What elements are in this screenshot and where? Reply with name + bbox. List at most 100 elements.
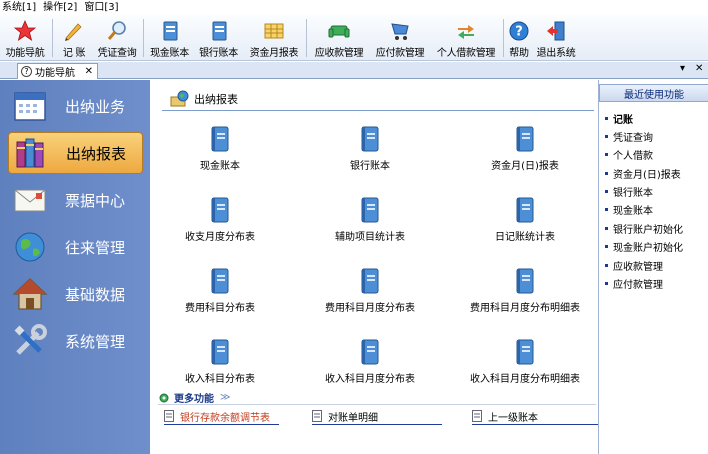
toolbar-nav-button[interactable]: 功能导航 (0, 15, 50, 61)
recent-functions-panel: 最近使用功能 记账 凭证查询 个人借款 资金月(日)报表 银行账本 现金账本 银… (598, 80, 708, 454)
recent-item[interactable]: 凭证查询 (605, 129, 653, 144)
menu-window[interactable]: 窗口[3] (82, 1, 123, 14)
more-functions[interactable]: 更多功能 ≫ (158, 390, 230, 405)
toolbar-post-button[interactable]: 记 账 (55, 15, 93, 61)
book-icon (361, 339, 379, 365)
house-icon (11, 275, 49, 313)
toolbar-cash-book-button[interactable]: 现金账本 (146, 15, 193, 61)
toolbar-bank-book-button[interactable]: 银行账本 (193, 15, 244, 61)
svg-text:?: ? (515, 25, 523, 40)
toolbar-exit-button[interactable]: 退出系统 (532, 15, 580, 61)
divider (158, 404, 596, 405)
recent-item[interactable]: 资金月(日)报表 (605, 166, 681, 181)
book-icon (516, 126, 534, 152)
quick-link-statement-detail[interactable]: 对账单明细 (312, 408, 442, 425)
menu-system[interactable]: 系统[1] (0, 1, 41, 14)
recent-item[interactable]: 记账 (605, 111, 633, 126)
recent-item[interactable]: 现金账户初始化 (605, 239, 683, 254)
report-income-monthly-detail[interactable]: 收入科目月度分布明细表 (455, 339, 590, 386)
document-icon (164, 410, 174, 422)
tab-close-icon[interactable]: ✕ (85, 66, 93, 77)
report-income-monthly[interactable]: 收入科目月度分布表 (300, 339, 440, 386)
double-chevron-icon: ≫ (220, 392, 231, 403)
bullet-icon (605, 153, 608, 156)
sidebar-item-base-data[interactable]: 基础数据 (8, 273, 143, 315)
report-fund-monthly-daily[interactable]: 资金月(日)报表 (455, 126, 595, 176)
report-income-distribution[interactable]: 收入科目分布表 (150, 339, 290, 386)
gear-icon (158, 392, 170, 404)
recent-item[interactable]: 应收款管理 (605, 258, 663, 273)
bullet-icon (605, 190, 608, 193)
recent-item[interactable]: 个人借款 (605, 147, 653, 162)
bullet-icon (605, 208, 608, 211)
close-all-tabs-icon[interactable]: ✕ (695, 63, 703, 74)
book-icon (211, 197, 229, 223)
toolbar-separator (306, 19, 307, 57)
toolbar-personal-loan-button[interactable]: 个人借款管理 (431, 15, 501, 61)
recent-item[interactable]: 银行账本 (605, 184, 653, 199)
toolbar-help-button[interactable]: ? 帮助 (506, 15, 532, 61)
bullet-icon (605, 172, 608, 175)
report-expense-monthly-detail[interactable]: 费用科目月度分布明细表 (455, 268, 595, 318)
help-circle-icon: ? (21, 66, 32, 77)
report-expense-distribution[interactable]: 费用科目分布表 (150, 268, 290, 318)
help-icon: ? (507, 19, 531, 43)
recent-item[interactable]: 银行账户初始化 (605, 221, 683, 236)
sidebar-item-system-management[interactable]: 系统管理 (8, 320, 143, 362)
book-icon (516, 197, 534, 223)
tab-strip: ? 功能导航 ✕ ▾ ✕ (0, 62, 708, 79)
report-income-expense-monthly[interactable]: 收支月度分布表 (150, 197, 290, 247)
menu-operate[interactable]: 操作[2] (41, 1, 82, 14)
book-icon (516, 339, 534, 365)
quick-link-parent-ledger[interactable]: 上一级账本 (472, 408, 598, 425)
book-icon (158, 19, 182, 43)
toolbar-payables-button[interactable]: 应付款管理 (369, 15, 431, 61)
bullet-icon (605, 227, 608, 230)
exchange-arrows-icon (454, 19, 478, 43)
envelope-icon (11, 181, 49, 219)
bullet-icon (605, 264, 608, 267)
sidebar-item-accounts-management[interactable]: 往来管理 (8, 226, 143, 268)
sofa-icon (327, 19, 351, 43)
menu-bar: 系统[1] 操作[2] 窗口[3] (0, 0, 708, 15)
book-icon (361, 126, 379, 152)
report-cash-book[interactable]: 现金账本 (150, 126, 290, 176)
report-journal-statistics[interactable]: 日记账统计表 (455, 197, 595, 247)
quick-link-bank-reconciliation[interactable]: 银行存款余额调节表 (164, 408, 279, 425)
book-icon (207, 19, 231, 43)
bullet-icon (605, 282, 608, 285)
report-auxiliary-items[interactable]: 辅助项目统计表 (300, 197, 440, 247)
toolbar-voucher-query-button[interactable]: 凭证查询 (93, 15, 141, 61)
toolbar-separator (503, 19, 504, 57)
globe-folder-icon (170, 90, 190, 108)
report-grid-overflow: 收入科目分布表 收入科目月度分布表 收入科目月度分布明细表 (150, 339, 590, 386)
page-title: 出纳报表 (194, 93, 238, 106)
sidebar-item-cashier-reports[interactable]: 出纳报表 (8, 132, 143, 174)
sidebar-item-cashier-business[interactable]: 出纳业务 (8, 85, 143, 127)
toolbar-separator (143, 19, 144, 57)
vertical-scrollbar[interactable] (590, 112, 596, 388)
nav-sidebar: 出纳业务 出纳报表 票据中心 往来管理 基础数据 系统管理 (0, 80, 150, 454)
book-icon (211, 339, 229, 365)
recent-item[interactable]: 应付款管理 (605, 276, 663, 291)
spreadsheet-icon (262, 19, 286, 43)
globe-icon (11, 228, 49, 266)
document-icon (472, 410, 482, 422)
toolbar: 功能导航 记 账 凭证查询 现金账本 银行账本 资金月报表 应收款管理 应付款管… (0, 15, 708, 61)
book-icon (211, 126, 229, 152)
report-expense-monthly[interactable]: 费用科目月度分布表 (300, 268, 440, 318)
tab-function-nav[interactable]: ? 功能导航 ✕ (17, 63, 98, 79)
sidebar-item-bill-center[interactable]: 票据中心 (8, 179, 143, 221)
report-bank-book[interactable]: 银行账本 (300, 126, 440, 176)
cart-icon (388, 19, 412, 43)
toolbar-fund-report-button[interactable]: 资金月报表 (244, 15, 304, 61)
recent-item[interactable]: 现金账本 (605, 202, 653, 217)
book-icon (361, 197, 379, 223)
tab-label: 功能导航 (35, 68, 75, 79)
toolbar-receivables-button[interactable]: 应收款管理 (309, 15, 369, 61)
bullet-icon (605, 117, 608, 120)
calendar-icon (11, 87, 49, 125)
bullet-icon (605, 135, 608, 138)
tab-list-dropdown-icon[interactable]: ▾ (680, 63, 685, 74)
magnifier-icon (105, 19, 129, 43)
